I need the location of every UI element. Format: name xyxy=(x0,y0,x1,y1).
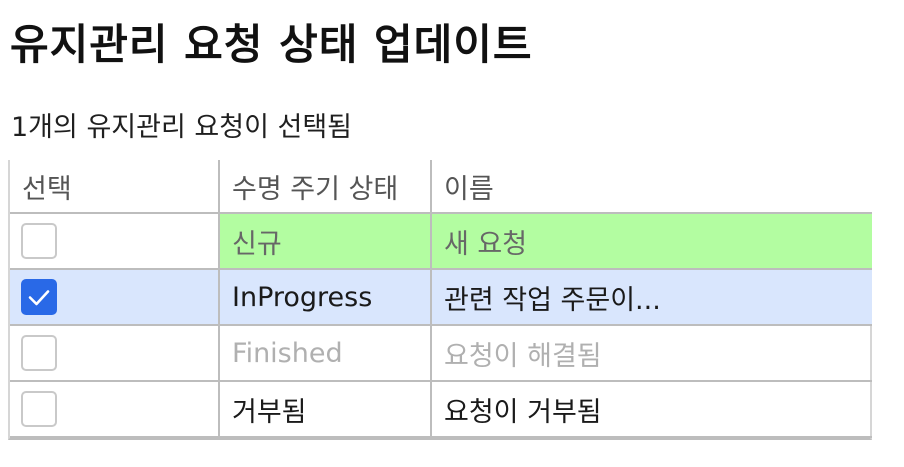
name-cell: 요청이 거부됨 xyxy=(432,382,872,438)
table-row[interactable]: 거부됨 요청이 거부됨 xyxy=(10,382,872,438)
select-cell[interactable] xyxy=(10,382,220,438)
table-header-row: 선택 수명 주기 상태 이름 xyxy=(10,160,872,214)
table-row[interactable]: Finished 요청이 해결됨 xyxy=(10,326,872,382)
maintenance-request-table: 선택 수명 주기 상태 이름 신규 새 요청 InProgress 관련 작업 … xyxy=(8,160,872,440)
select-cell[interactable] xyxy=(10,326,220,382)
column-header-name: 이름 xyxy=(432,160,872,214)
table-row[interactable]: 신규 새 요청 xyxy=(10,214,872,270)
name-cell: 관련 작업 주문이... xyxy=(432,270,872,326)
lifecycle-state-cell: 신규 xyxy=(220,214,432,270)
select-cell[interactable] xyxy=(10,214,220,270)
lifecycle-state-cell: Finished xyxy=(220,326,432,382)
select-cell[interactable] xyxy=(10,270,220,326)
row-checkbox[interactable] xyxy=(21,391,57,427)
page-title: 유지관리 요청 상태 업데이트 xyxy=(10,20,533,69)
maintenance-request-update-page: 유지관리 요청 상태 업데이트 1개의 유지관리 요청이 선택됨 선택 수명 주… xyxy=(0,0,904,467)
column-header-lifecycle-state: 수명 주기 상태 xyxy=(220,160,432,214)
name-cell: 새 요청 xyxy=(432,214,872,270)
table-row[interactable]: InProgress 관련 작업 주문이... xyxy=(10,270,872,326)
row-checkbox[interactable] xyxy=(21,279,57,315)
lifecycle-state-cell: 거부됨 xyxy=(220,382,432,438)
check-icon xyxy=(28,290,50,306)
selection-summary: 1개의 유지관리 요청이 선택됨 xyxy=(11,112,353,143)
column-header-select: 선택 xyxy=(10,160,220,214)
row-checkbox[interactable] xyxy=(21,223,57,259)
name-cell: 요청이 해결됨 xyxy=(432,326,872,382)
row-checkbox[interactable] xyxy=(21,335,57,371)
lifecycle-state-cell: InProgress xyxy=(220,270,432,326)
